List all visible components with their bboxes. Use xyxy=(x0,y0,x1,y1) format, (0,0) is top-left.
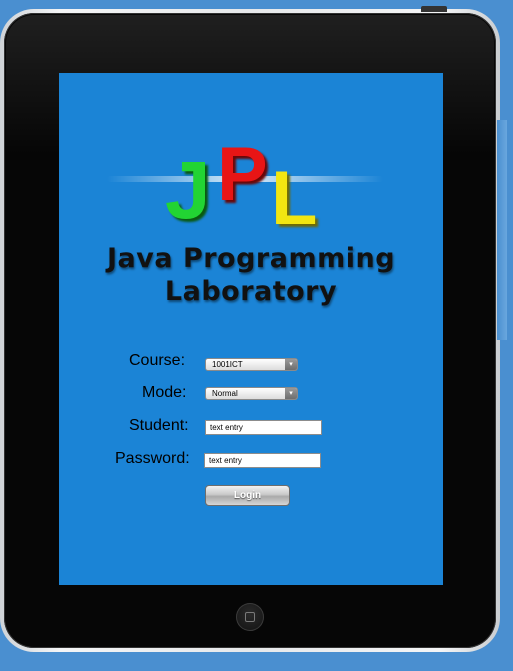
app-screen: J P L Java Programming Laboratory Course… xyxy=(59,73,443,585)
student-label: Student: xyxy=(129,417,189,434)
course-select-value: 1001ICT xyxy=(212,360,243,369)
home-square-icon xyxy=(245,612,255,622)
login-button[interactable]: Login xyxy=(205,485,290,506)
student-input[interactable]: text entry xyxy=(205,420,322,435)
logo-letter-j: J xyxy=(165,145,211,236)
chevron-down-icon: ▾ xyxy=(285,359,297,370)
password-label: Password: xyxy=(115,450,190,467)
chevron-down-icon: ▾ xyxy=(285,388,297,399)
student-input-value: text entry xyxy=(210,423,243,432)
device-top-notch xyxy=(421,6,447,12)
home-button[interactable] xyxy=(236,603,264,631)
mode-label: Mode: xyxy=(142,384,187,401)
logo-letter-p: P xyxy=(217,132,268,217)
course-select[interactable]: 1001ICT ▾ xyxy=(205,358,298,371)
device-side-edge xyxy=(497,120,507,340)
course-label: Course: xyxy=(129,352,186,369)
logo-letter-l: L xyxy=(271,156,318,241)
app-title-line1: Java Programming xyxy=(106,243,396,274)
mode-select[interactable]: Normal ▾ xyxy=(205,387,298,400)
app-title-line2: Laboratory xyxy=(164,276,338,307)
mode-select-value: Normal xyxy=(212,389,238,398)
password-input-value: text entry xyxy=(209,456,242,465)
password-input[interactable]: text entry xyxy=(204,453,321,468)
